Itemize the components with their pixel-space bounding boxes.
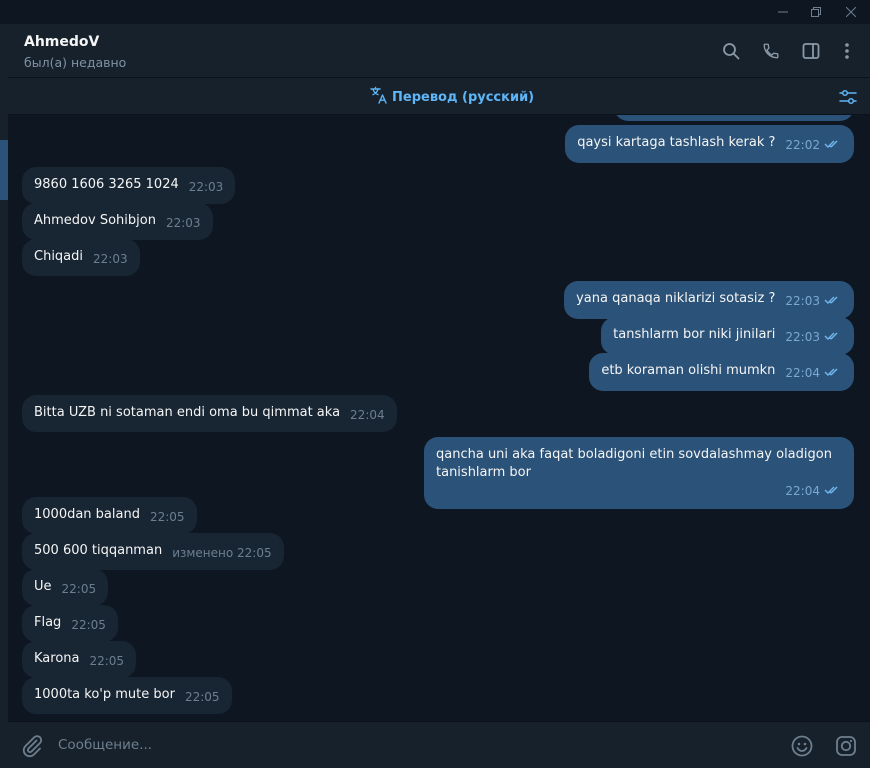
message-bubble[interactable]: Flag 22:05: [22, 605, 118, 642]
translate-label: Перевод (русский): [392, 89, 535, 105]
message-bubble[interactable]: Karona 22:05: [22, 641, 137, 678]
translate-bar: Перевод (русский): [8, 78, 870, 115]
message-time: 22:03: [188, 180, 224, 194]
message-text: tanshlarm bor niki jinilari: [613, 327, 776, 342]
selected-chat-indicator: [0, 140, 8, 200]
minimize-icon[interactable]: [768, 0, 798, 24]
message-time: изменено 22:05: [172, 546, 272, 560]
message-time: 22:02: [785, 138, 820, 152]
message-composer: [8, 721, 870, 768]
emoji-icon[interactable]: [790, 734, 814, 758]
double-check-icon: [824, 365, 842, 383]
double-check-icon: [824, 137, 842, 155]
message-bubble[interactable]: qancha uni aka faqat boladigoni etin sov…: [424, 437, 854, 509]
message-bubble[interactable]: 9860 1606 3265 1024 22:03: [22, 167, 236, 204]
message-time: 22:03: [165, 216, 201, 230]
sticker-icon[interactable]: [834, 734, 858, 758]
translate-button[interactable]: Перевод (русский): [370, 86, 535, 108]
message-text: 1000ta ko'p mute bor: [34, 687, 175, 702]
window-titlebar: [0, 0, 870, 24]
message-input[interactable]: [58, 734, 758, 756]
message-bubble[interactable]: etb koraman olishi mumkn 22:04: [589, 353, 854, 391]
message-text: Karona: [34, 651, 80, 666]
chat-header[interactable]: AhmedoV был(а) недавно: [8, 24, 870, 78]
message-time: 22:05: [184, 690, 220, 704]
message-time: 22:03: [785, 294, 820, 308]
close-icon[interactable]: [836, 0, 866, 24]
chat-list-edge: [0, 24, 8, 768]
message-time: 22:05: [149, 510, 185, 524]
message-text: Chiqadi: [34, 249, 84, 264]
message-bubble[interactable]: Chiqadi 22:03: [22, 239, 140, 276]
message-time: 22:03: [785, 330, 820, 344]
more-vertical-icon[interactable]: [834, 38, 860, 64]
double-check-icon: [824, 293, 842, 311]
message-time: 22:04: [785, 484, 820, 498]
message-text: qancha uni aka faqat boladigoni etin sov…: [436, 447, 832, 480]
message-bubble[interactable]: tanshlarm bor niki jinilari 22:03: [601, 317, 854, 355]
message-text: Bitta UZB ni sotaman endi oma bu qimmat …: [34, 405, 341, 420]
search-icon[interactable]: [718, 38, 744, 64]
message-text: 500 600 tiqqanman: [34, 543, 163, 558]
message-list[interactable]: qaysi kartaga tashlash kerak ? 22:02 9860…: [8, 115, 870, 720]
double-check-icon: [824, 483, 842, 501]
message-bubble-partial: [614, 115, 854, 121]
message-text: 9860 1606 3265 1024: [34, 177, 179, 192]
phone-icon[interactable]: [758, 38, 784, 64]
sidebar-toggle-icon[interactable]: [798, 38, 824, 64]
message-time: 22:03: [93, 252, 128, 266]
message-text: Ahmedov Sohibjon: [34, 213, 156, 228]
translate-icon: [370, 86, 388, 108]
message-bubble[interactable]: qaysi kartaga tashlash kerak ? 22:02: [565, 125, 854, 163]
restore-icon[interactable]: [801, 0, 831, 24]
message-time: 22:05: [61, 582, 97, 596]
message-text: Ue: [34, 579, 52, 594]
message-bubble[interactable]: Bitta UZB ni sotaman endi oma bu qimmat …: [22, 395, 397, 432]
message-bubble[interactable]: Ahmedov Sohibjon 22:03: [22, 203, 213, 240]
message-time: 22:04: [785, 366, 820, 380]
message-text: etb koraman olishi mumkn: [601, 363, 776, 378]
message-text: qaysi kartaga tashlash kerak ?: [577, 135, 776, 150]
message-bubble[interactable]: Ue 22:05: [22, 569, 109, 606]
message-time: 22:05: [89, 654, 125, 668]
chat-name[interactable]: AhmedoV: [24, 34, 99, 50]
message-bubble[interactable]: 1000dan baland 22:05: [22, 497, 197, 534]
double-check-icon: [824, 329, 842, 347]
message-text: 1000dan baland: [34, 507, 140, 522]
message-bubble[interactable]: 1000ta ko'p mute bor 22:05: [22, 677, 232, 714]
message-text: Flag: [34, 615, 62, 630]
settings-sliders-icon[interactable]: [838, 87, 858, 107]
message-time: 22:05: [71, 618, 106, 632]
message-time: 22:04: [350, 408, 385, 422]
message-bubble[interactable]: 500 600 tiqqanman изменено 22:05: [22, 533, 284, 570]
chat-status: был(а) недавно: [24, 55, 127, 70]
message-bubble[interactable]: yana qanaqa niklarizi sotasiz ? 22:03: [564, 281, 854, 319]
message-text: yana qanaqa niklarizi sotasiz ?: [576, 291, 776, 306]
paperclip-icon[interactable]: [20, 734, 44, 758]
